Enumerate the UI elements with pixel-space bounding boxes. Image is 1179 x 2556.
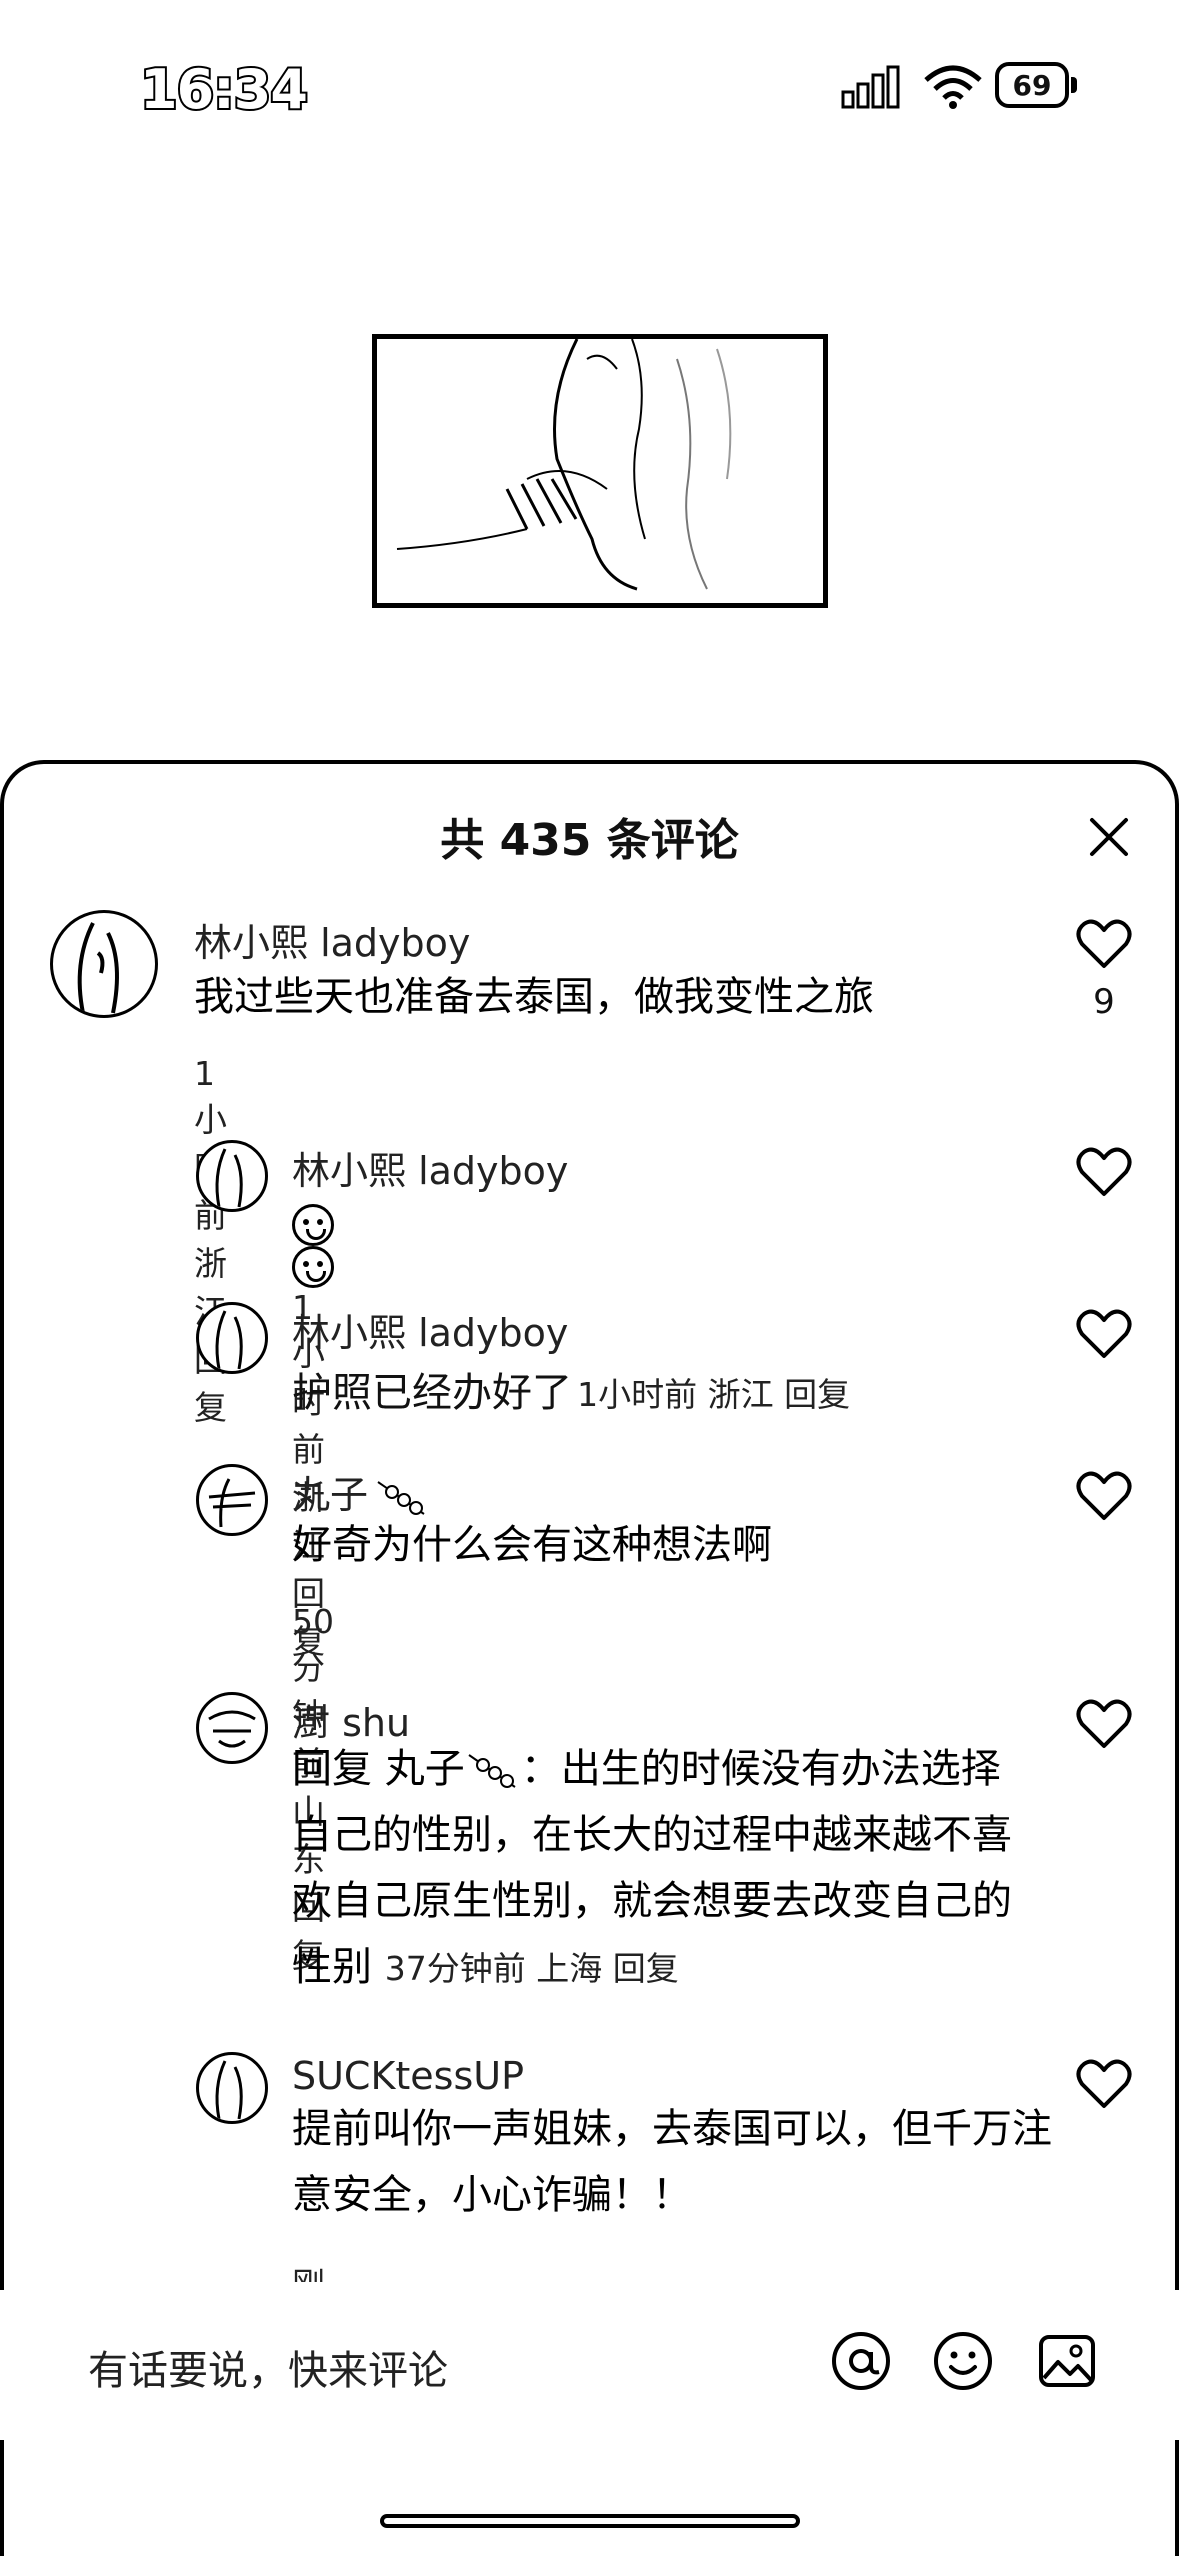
comment-sheet: 共 435 条评论 林小熙 ladyboy 我过些天也准备去泰国，做我变性之旅 … <box>0 760 1179 2556</box>
comment-body: 1小时前 浙江 回复 <box>292 1204 338 1663</box>
video-thumbnail[interactable] <box>372 334 828 608</box>
comment-body: 回复 丸子 ：出生的时候没有办法选择自己的性别，在长大的过程中越来越不喜欢自己原生… <box>292 1736 1032 2002</box>
reply-prefix[interactable]: 回复 丸子 <box>292 1746 465 1792</box>
skewer-icon <box>468 1754 516 1788</box>
comment-text: 护照已经办好了 <box>292 1370 572 1416</box>
home-indicator[interactable] <box>380 2514 800 2528</box>
avatar[interactable] <box>196 2052 268 2124</box>
status-time: 16:34 <box>138 56 310 123</box>
avatar[interactable] <box>196 1692 268 1764</box>
wifi-icon <box>924 65 982 109</box>
comment-text: 我过些天也准备去泰国，做我变性之旅 <box>194 974 874 1020</box>
video-frame-image <box>396 339 732 591</box>
comment-author[interactable]: 林小熙 ladyboy <box>292 1140 568 1195</box>
comment-input[interactable]: 有话要说，快来评论 <box>88 2338 448 2396</box>
mention-icon[interactable] <box>830 2330 892 2392</box>
comment-author[interactable]: 林小熙 ladyboy <box>194 912 470 967</box>
image-icon[interactable] <box>1036 2330 1098 2392</box>
heart-icon[interactable] <box>1076 1698 1132 1750</box>
comment-meta[interactable]: 37分钟前 上海 回复 <box>385 1949 679 1988</box>
emoji-icon <box>292 1204 334 1246</box>
comment-text: 好奇为什么会有这种想法啊 <box>292 1522 772 1568</box>
comment-input-bar: 有话要说，快来评论 <box>0 2290 1179 2440</box>
like-count: 9 <box>1093 982 1115 1022</box>
avatar[interactable] <box>50 910 158 1018</box>
comment-author[interactable]: SUCKtessUP <box>292 2054 524 2098</box>
avatar[interactable] <box>196 1302 268 1374</box>
avatar[interactable] <box>196 1464 268 1536</box>
status-bar: 16:34 69 <box>0 0 1179 170</box>
emoji-icon[interactable] <box>932 2330 994 2392</box>
comment-meta[interactable]: 1小时前 浙江 回复 <box>577 1375 850 1414</box>
heart-icon[interactable] <box>1076 1470 1132 1522</box>
heart-icon[interactable] <box>1076 1308 1132 1360</box>
close-icon[interactable] <box>1084 812 1134 862</box>
comment-body: 护照已经办好了 1小时前 浙江 回复 <box>292 1360 850 1418</box>
battery-level: 69 <box>1012 68 1052 102</box>
author-name: 丸子 <box>292 1473 369 1517</box>
comment-author[interactable]: 林小熙 ladyboy <box>292 1302 568 1357</box>
battery-icon: 69 <box>995 62 1081 110</box>
comment-author[interactable]: 丸子 <box>292 1464 430 1519</box>
comment-meta[interactable]: 刚刚 山西 回复 <box>292 2258 325 2282</box>
comment-text: 提前叫你一声姐妹，去泰国可以，但千万注意安全，小心诈骗！！ <box>292 2106 1052 2218</box>
emoji-icon <box>292 1246 334 1288</box>
heart-icon[interactable] <box>1076 918 1132 970</box>
avatar[interactable] <box>196 1140 268 1212</box>
comment-count-title: 共 435 条评论 <box>440 815 739 866</box>
heart-icon[interactable] <box>1076 2058 1132 2110</box>
comment-meta-clip: 刚刚 山西 回复 <box>292 2258 325 2282</box>
cellular-signal-icon <box>841 65 900 109</box>
heart-icon[interactable] <box>1076 1146 1132 1198</box>
